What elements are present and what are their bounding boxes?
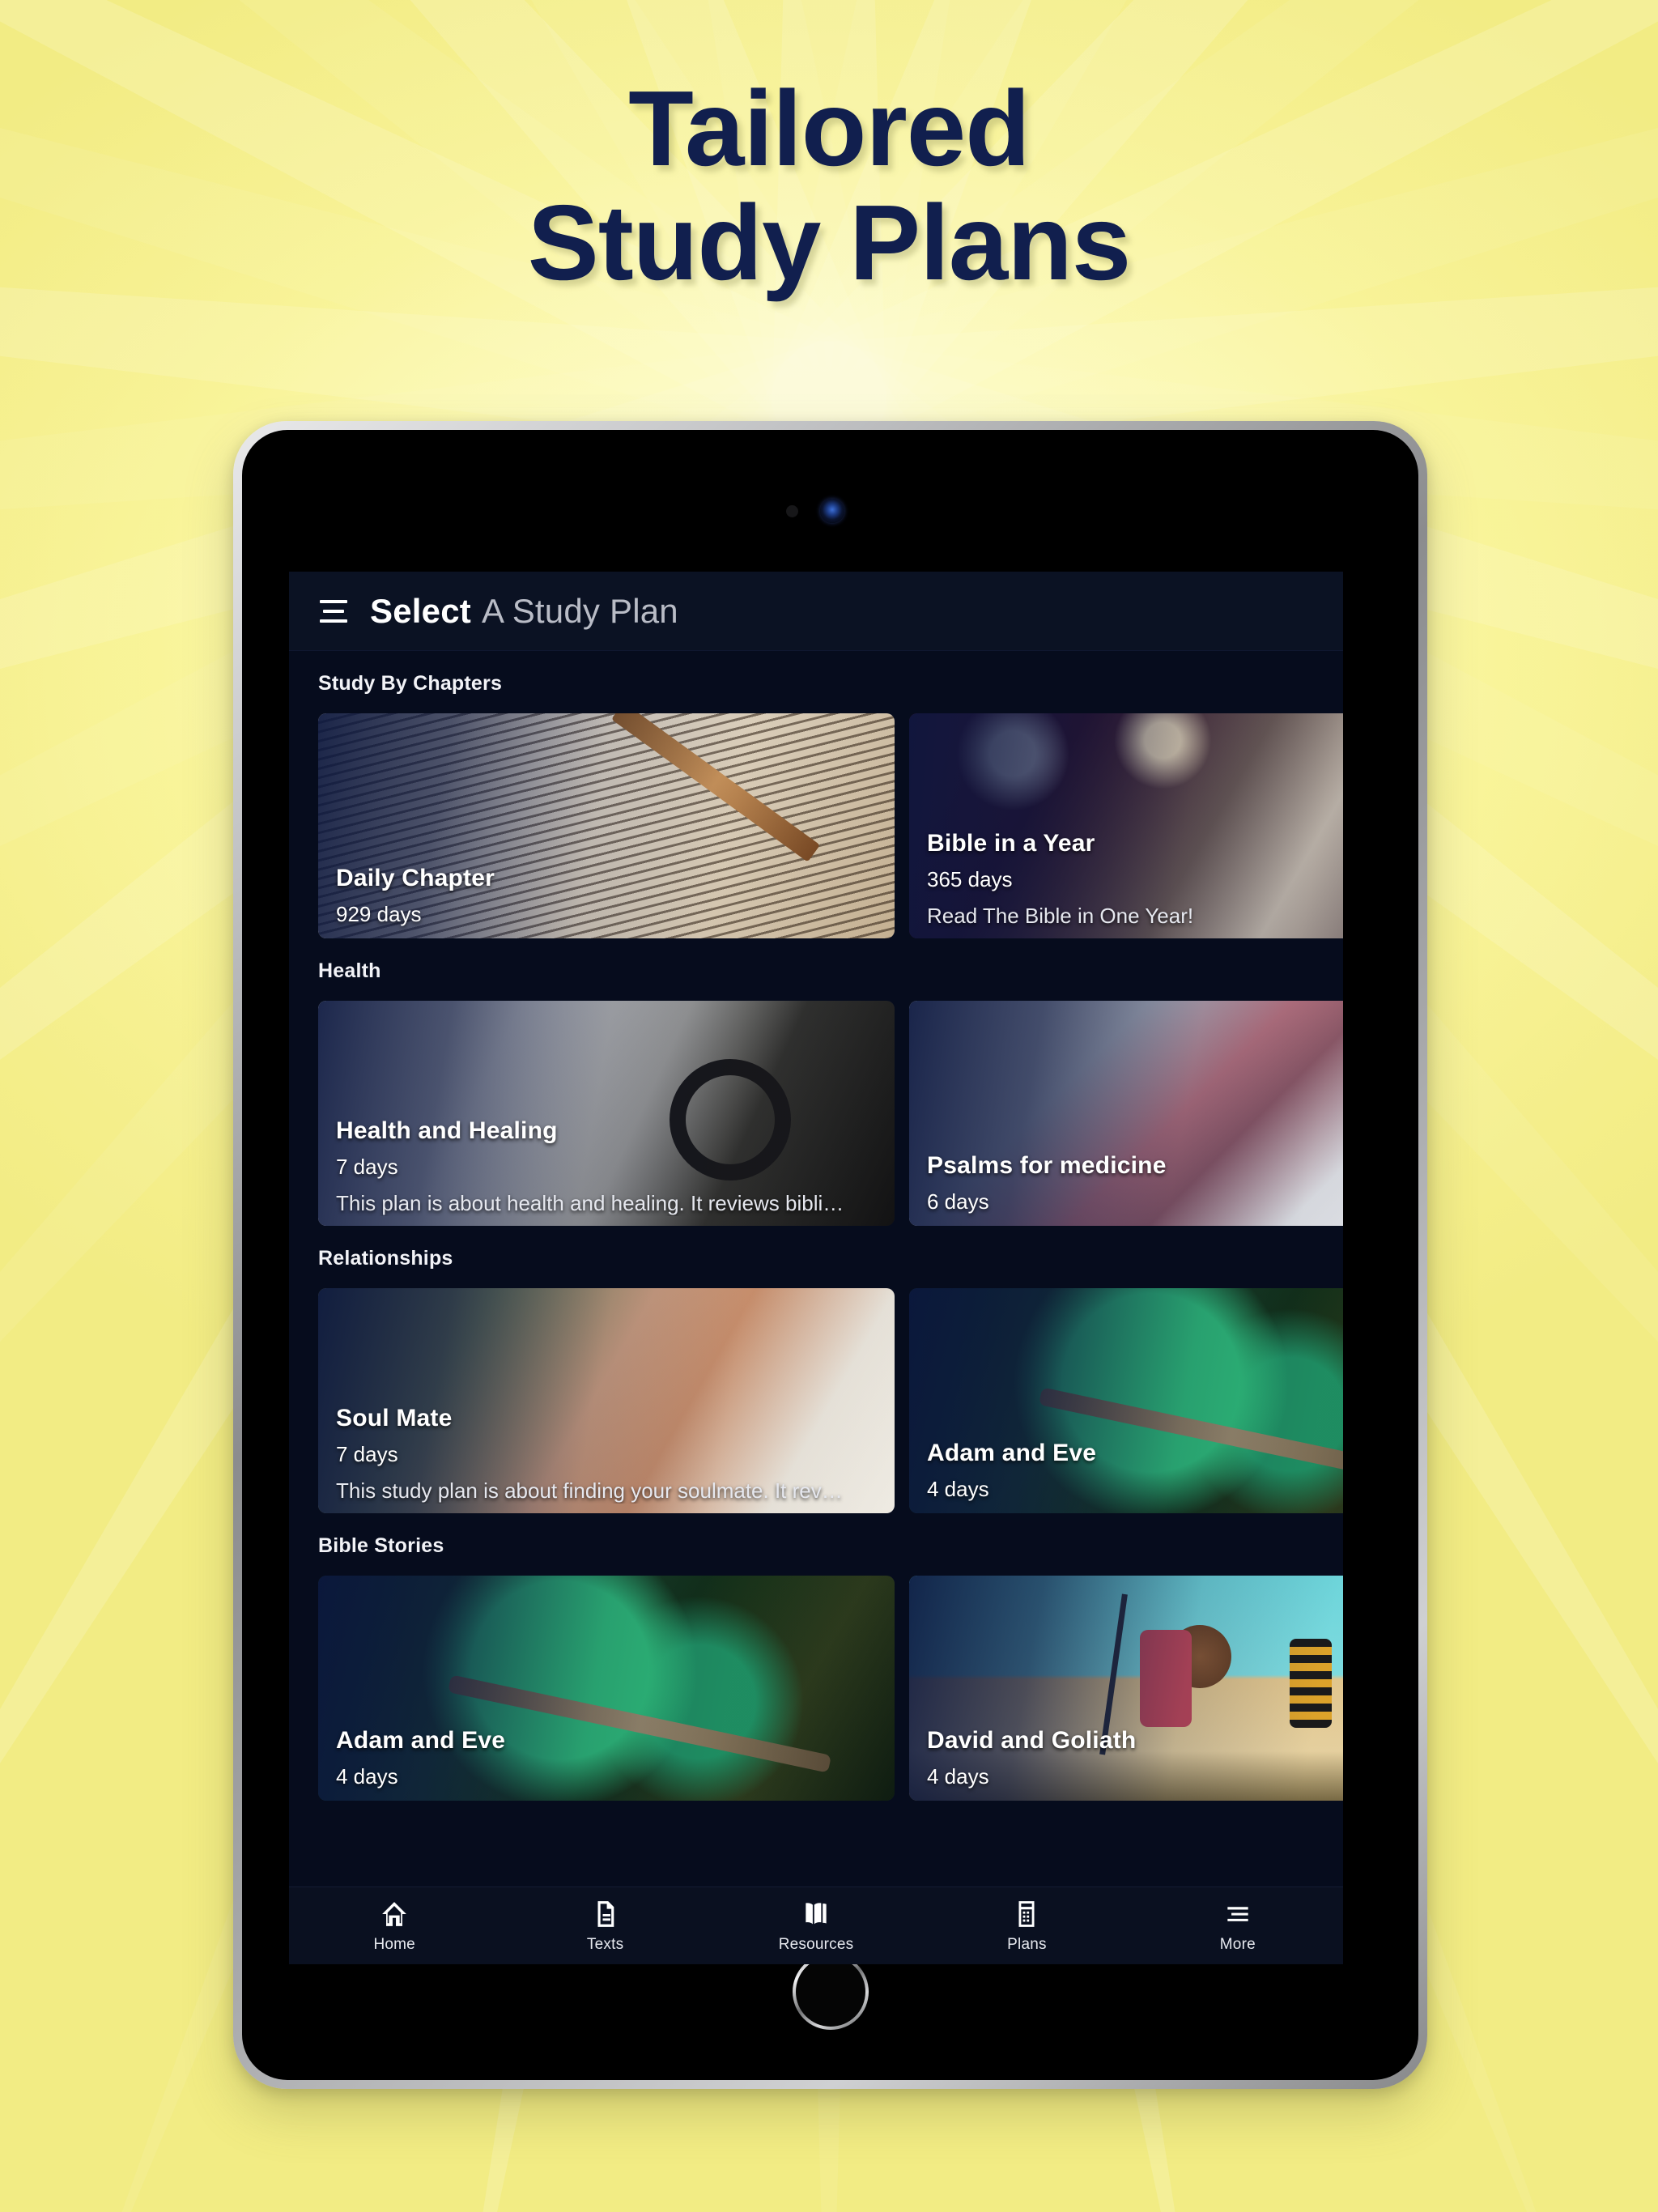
home-icon	[379, 1899, 410, 1929]
plan-card-title: Adam and Eve	[927, 1440, 1097, 1466]
plan-card-title: Health and Healing	[336, 1117, 558, 1144]
plan-card-description: This plan is about health and healing. I…	[336, 1191, 844, 1215]
study-plan-card[interactable]: Adam and Eve 4 days	[909, 1288, 1343, 1513]
document-icon	[590, 1899, 621, 1929]
plan-card-row[interactable]: Soul Mate 7 days This study plan is about …	[289, 1288, 1343, 1513]
hamburger-icon	[1222, 1899, 1253, 1929]
nav-item-home[interactable]: Home	[289, 1899, 500, 1954]
study-plan-card[interactable]: Health and Healing 7 days This plan is abo…	[318, 1001, 895, 1226]
headline-line-2: Study Plans	[527, 183, 1132, 303]
plan-card-title: Bible in a Year	[927, 830, 1095, 857]
open-book-icon	[801, 1899, 831, 1929]
nav-item-label: Plans	[1007, 1935, 1047, 1953]
plan-card-text: Psalms for medicine 6 days	[927, 1152, 1343, 1214]
plan-card-text: Bible in a Year 365 days Read The Bible in…	[927, 830, 1343, 929]
plan-card-text: Soul Mate 7 days This study plan is about …	[336, 1405, 882, 1504]
plan-card-row[interactable]: Daily Chapter 929 days Bible in a Year 365 …	[289, 713, 1343, 938]
plan-card-duration: 4 days	[336, 1764, 398, 1789]
plan-card-text: Adam and Eve 4 days	[336, 1727, 882, 1789]
plan-card-duration: 365 days	[927, 867, 1013, 891]
study-plan-card[interactable]: Daily Chapter 929 days	[318, 713, 895, 938]
plan-card-title: Soul Mate	[336, 1405, 453, 1431]
section-heading: Health	[318, 959, 381, 982]
plan-card-duration: 4 days	[927, 1764, 989, 1789]
plan-card-title: Psalms for medicine	[927, 1152, 1167, 1179]
hamburger-icon[interactable]	[320, 599, 351, 623]
study-plan-card[interactable]: Adam and Eve 4 days	[318, 1576, 895, 1801]
ambient-sensor-icon	[785, 505, 798, 517]
nav-item-label: Resources	[778, 1935, 854, 1953]
plan-card-duration: 929 days	[336, 902, 422, 926]
calendar-icon	[1011, 1899, 1042, 1929]
headline-line-1: Tailored	[628, 69, 1031, 188]
home-button-icon[interactable]	[793, 1954, 869, 2030]
nav-item-label: Texts	[586, 1935, 624, 1953]
nav-item-more[interactable]: More	[1133, 1899, 1343, 1954]
section-heading: Relationships	[318, 1247, 453, 1270]
nav-item-plans[interactable]: Plans	[921, 1899, 1132, 1954]
study-plan-card[interactable]: Bible in a Year 365 days Read The Bible in…	[909, 713, 1343, 938]
tablet-bezel: Select A Study Plan Study By Chapters Dai…	[242, 430, 1418, 2080]
plan-card-text: David and Goliath 4 days	[927, 1727, 1343, 1789]
plan-card-title: Adam and Eve	[336, 1727, 506, 1754]
section-heading: Study By Chapters	[318, 672, 503, 695]
nav-item-label: More	[1219, 1935, 1256, 1953]
app-bar-subtitle: A Study Plan	[481, 591, 678, 630]
plan-card-duration: 7 days	[336, 1442, 398, 1466]
tablet-device: Select A Study Plan Study By Chapters Dai…	[233, 421, 1427, 2089]
app-bar-title: Select	[370, 591, 471, 630]
plan-card-description: This study plan is about finding your so…	[336, 1478, 843, 1503]
app-bar: Select A Study Plan	[289, 572, 1343, 651]
nav-item-texts[interactable]: Texts	[500, 1899, 710, 1954]
front-camera-icon	[819, 499, 844, 523]
nav-item-label: Home	[373, 1935, 415, 1953]
study-plan-card[interactable]: Psalms for medicine 6 days	[909, 1001, 1343, 1226]
plan-card-title: David and Goliath	[927, 1727, 1137, 1754]
plan-card-text: Health and Healing 7 days This plan is abo…	[336, 1117, 882, 1216]
study-plan-list[interactable]: Study By Chapters Daily Chapter 929 days Bi…	[289, 651, 1343, 1887]
plan-card-duration: 6 days	[927, 1189, 989, 1214]
plan-card-duration: 4 days	[927, 1477, 989, 1501]
nav-item-resources[interactable]: Resources	[711, 1899, 921, 1954]
plan-card-row[interactable]: Adam and Eve 4 days David and Goliath 4 day…	[289, 1576, 1343, 1801]
plan-card-duration: 7 days	[336, 1155, 398, 1179]
plan-card-row[interactable]: Health and Healing 7 days This plan is abo…	[289, 1001, 1343, 1226]
section-heading: Bible Stories	[318, 1534, 444, 1557]
study-plan-card[interactable]: Soul Mate 7 days This study plan is about …	[318, 1288, 895, 1513]
plan-card-title: Daily Chapter	[336, 865, 495, 891]
plan-card-description: Read The Bible in One Year!	[927, 904, 1194, 928]
plan-card-text: Adam and Eve 4 days	[927, 1440, 1343, 1502]
page-title: Tailored Study Plans	[0, 71, 1658, 300]
bottom-navigation: Home Texts Resources Plans More	[289, 1887, 1343, 1964]
study-plan-card[interactable]: David and Goliath 4 days	[909, 1576, 1343, 1801]
plan-card-text: Daily Chapter 929 days	[336, 865, 882, 927]
app-screen: Select A Study Plan Study By Chapters Dai…	[289, 572, 1343, 1964]
